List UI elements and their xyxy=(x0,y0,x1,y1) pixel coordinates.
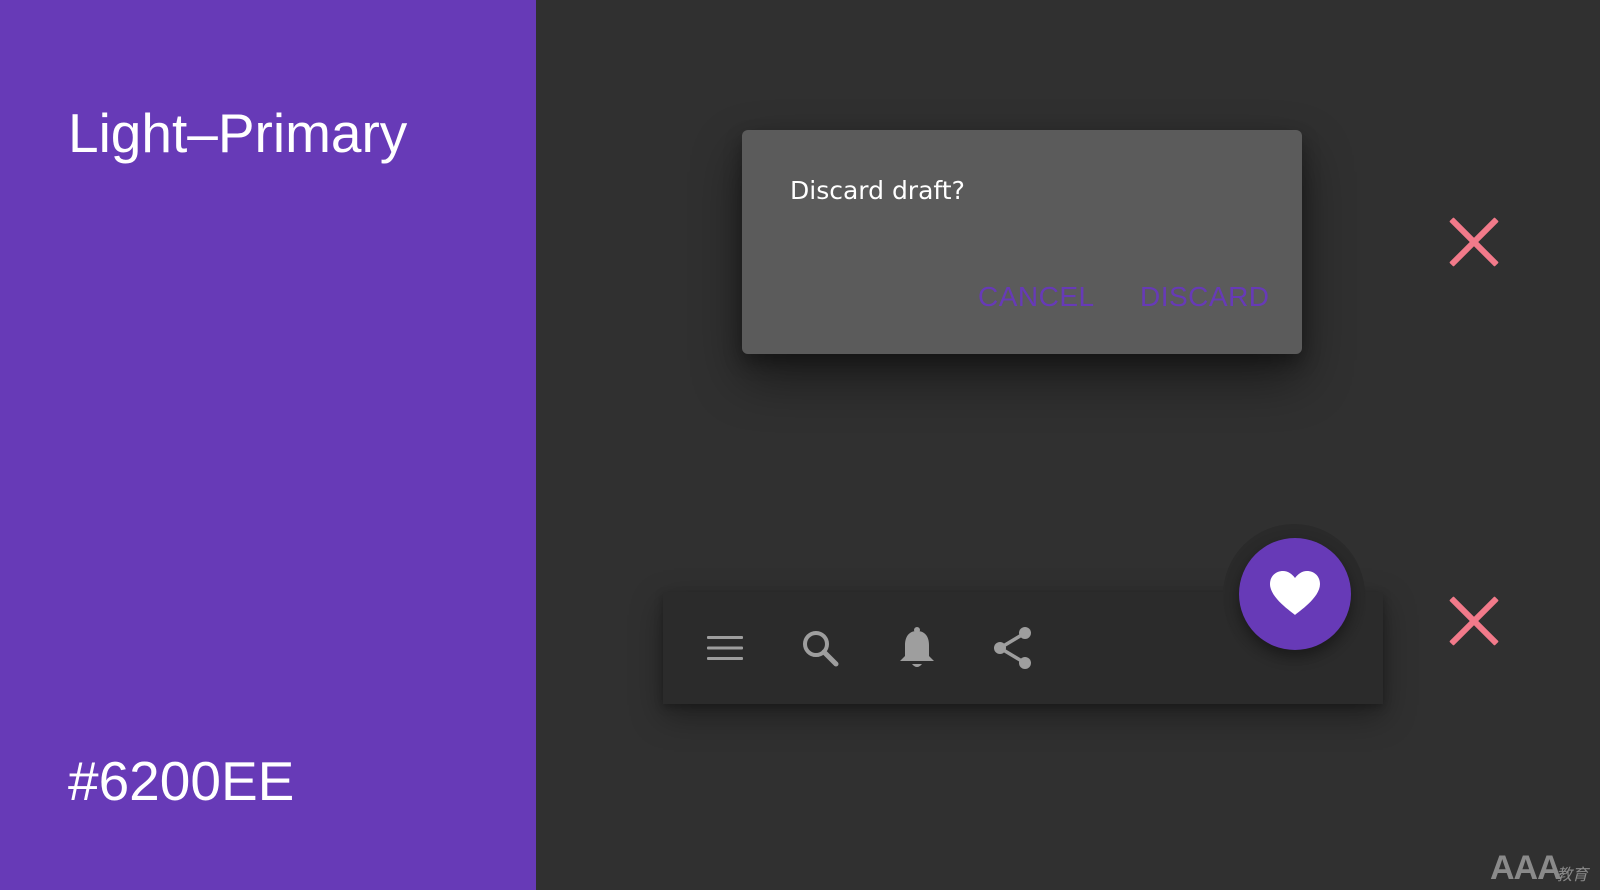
search-icon[interactable] xyxy=(794,622,846,674)
discard-dialog: Discard draft? CANCEL DISCARD xyxy=(742,130,1302,354)
bell-icon[interactable] xyxy=(891,622,943,674)
menu-icon[interactable] xyxy=(699,622,751,674)
swatch-title: Light–Primary xyxy=(68,102,408,164)
color-swatch-panel: Light–Primary #6200EE xyxy=(0,0,536,890)
heart-icon xyxy=(1268,569,1322,620)
cross-icon xyxy=(1448,216,1500,268)
cross-icon xyxy=(1448,595,1500,647)
watermark-logo: AAA xyxy=(1490,849,1562,887)
cancel-button[interactable]: CANCEL xyxy=(978,280,1095,314)
swatch-hex-label: #6200EE xyxy=(68,750,295,812)
dialog-title: Discard draft? xyxy=(790,176,965,205)
watermark-subtext: 教育 xyxy=(1556,865,1589,884)
favorite-fab-button[interactable] xyxy=(1239,538,1351,650)
share-icon[interactable] xyxy=(987,622,1039,674)
discard-button[interactable]: DISCARD xyxy=(1140,280,1270,314)
